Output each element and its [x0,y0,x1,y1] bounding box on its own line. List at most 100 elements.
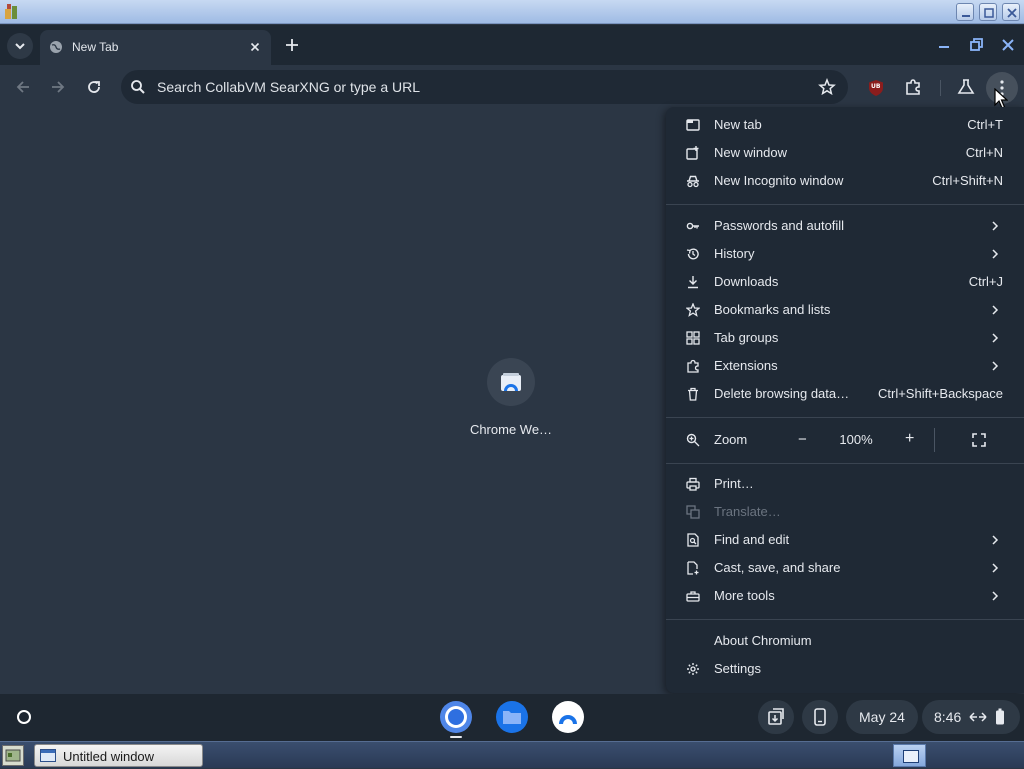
trash-icon [688,387,698,401]
host-minimize-button[interactable] [956,3,974,21]
date-tray[interactable]: May 24 [846,700,918,734]
chrome-web-store-icon [501,373,521,391]
plus-icon: + [905,430,915,447]
menu-label: Passwords and autofill [714,218,845,233]
menu-item-extensions[interactable]: Extensions [666,352,1024,380]
history-icon [686,248,699,260]
tab-strip: New Tab [0,25,1024,65]
menu-item-new-window[interactable]: New window Ctrl+N [666,139,1024,167]
menu-item-delete-browsing-data[interactable]: Delete browsing data… Ctrl+Shift+Backspa… [666,380,1024,408]
omnibox[interactable]: Search CollabVM SearXNG or type a URL [121,70,848,104]
host-maximize-button[interactable] [979,3,997,21]
extensions-puzzle-icon[interactable] [903,77,923,97]
chromium-app-icon[interactable] [438,699,474,735]
menu-item-new-tab[interactable]: New tab Ctrl+T [666,111,1024,139]
menu-divider [666,204,1024,205]
phone-hub-button[interactable] [802,700,838,734]
restore-icon[interactable] [966,35,986,55]
new-tab-icon [686,119,700,131]
clock-text: 8:46 [934,709,962,725]
menu-shortcut: Ctrl+Shift+Backspace [877,386,1003,401]
menu-item-translate: Translate… [666,498,1024,526]
chevron-right-icon [992,361,999,371]
battery-icon [996,708,1004,725]
menu-item-cast-save-share[interactable]: Cast, save, and share [666,554,1024,582]
host-window-titlebar [0,0,1024,24]
tab-new-tab[interactable]: New Tab [40,30,271,65]
menu-item-downloads[interactable]: Downloads Ctrl+J [666,268,1024,296]
menu-divider [666,417,1024,418]
shortcut-icon-circle [487,358,535,406]
minus-icon: − [798,431,807,448]
zoom-icon [686,433,700,447]
minimize-icon[interactable] [934,35,954,55]
menu-item-bookmarks[interactable]: Bookmarks and lists [666,296,1024,324]
globe-icon [50,41,62,53]
gear-icon [687,663,699,675]
host-close-button[interactable] [1002,3,1020,21]
incognito-icon [687,175,699,188]
download-icon [688,276,698,289]
forward-arrow-icon[interactable] [48,77,68,97]
menu-label: Print… [714,476,754,491]
show-desktop-button[interactable] [893,744,926,767]
menu-item-more-tools[interactable]: More tools [666,582,1024,610]
web-store-app-icon[interactable] [550,699,586,735]
reload-icon[interactable] [84,77,104,97]
menu-label: About Chromium [714,633,812,648]
chevron-right-icon [992,249,999,259]
menu-item-history[interactable]: History [666,240,1024,268]
holding-space-icon [768,708,784,725]
menu-shortcut: Ctrl+T [967,117,1003,132]
menu-label: Extensions [714,358,778,373]
app-menu: New tab Ctrl+T New window Ctrl+N New Inc… [666,107,1024,693]
status-area[interactable]: 8:46 [922,700,1020,734]
menu-label: Translate… [714,504,781,519]
menu-item-settings[interactable]: Settings [666,655,1024,683]
ublock-extension-icon[interactable]: UB [867,79,885,97]
phone-icon [814,708,826,726]
close-window-icon[interactable] [998,35,1018,55]
toolbar-separator [940,80,941,96]
menu-label: New Incognito window [714,173,844,188]
plus-icon[interactable] [282,35,302,55]
shelf: May 24 8:46 [0,694,1024,741]
menu-item-print[interactable]: Print… [666,470,1024,498]
zoom-label: Zoom [714,432,748,447]
menu-shortcut: Ctrl+N [965,145,1003,160]
menu-item-about[interactable]: About Chromium [666,627,1024,655]
zoom-out-button[interactable]: − [790,427,816,453]
zoom-in-button[interactable]: + [897,427,923,453]
shortcut-tile[interactable]: Chrome We… [452,357,570,447]
omnibox-placeholder[interactable]: Search CollabVM SearXNG or type a URL [157,79,420,95]
fullscreen-icon[interactable] [971,432,987,448]
files-app-icon[interactable] [494,699,530,735]
holding-space-button[interactable] [758,700,794,734]
extensions-icon [687,359,699,373]
chevron-down-icon [15,43,25,50]
close-icon[interactable] [247,39,263,55]
launcher-button[interactable] [6,699,42,735]
menu-label: Bookmarks and lists [714,302,831,317]
back-arrow-icon[interactable] [13,77,33,97]
taskbar-window-button[interactable]: Untitled window [34,744,203,767]
app-menu-button[interactable] [986,72,1018,109]
cast-icon [687,561,699,575]
chevron-right-icon [992,591,999,601]
start-menu-icon[interactable] [2,745,24,766]
tab-groups-icon [686,331,700,345]
menu-item-new-incognito-window[interactable]: New Incognito window Ctrl+Shift+N [666,167,1024,195]
bookmark-star-icon[interactable] [818,78,836,96]
key-icon [686,222,699,230]
search-icon [131,80,145,94]
print-icon [686,477,700,491]
menu-shortcut: Ctrl+Shift+N [932,173,1003,188]
tab-search-button[interactable] [7,33,33,59]
menu-item-passwords[interactable]: Passwords and autofill [666,212,1024,240]
labs-flask-icon[interactable] [956,77,976,97]
zoom-separator [934,428,935,452]
menu-label: Find and edit [714,532,790,547]
menu-item-find-and-edit[interactable]: Find and edit [666,526,1024,554]
network-icon [969,712,987,722]
menu-item-tab-groups[interactable]: Tab groups [666,324,1024,352]
